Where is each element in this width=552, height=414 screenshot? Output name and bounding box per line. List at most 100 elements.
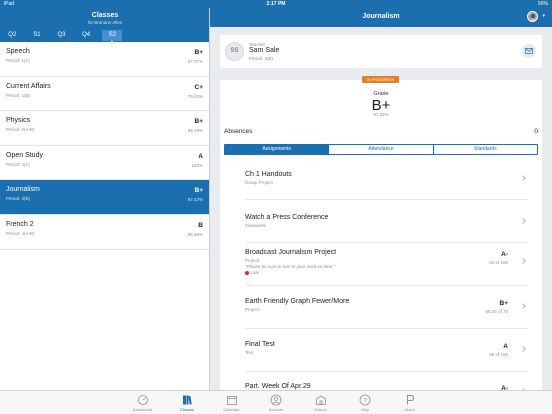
help-icon: ? [359,394,371,406]
late-label: Late [250,270,260,275]
calendar-icon [226,396,237,405]
bottom-tab-bar: Dashboard Classes Calendar Account Schoo… [0,390,552,414]
assignment-grade: A [503,343,508,350]
divider [245,328,528,329]
class-row-current-affairs[interactable]: Current Affairs Period: 1(B) C+ 79.83% [0,77,209,112]
term-q2[interactable]: Q2 [0,30,25,41]
class-period: Period: 2(A-B) [6,127,35,133]
assignment-score: 91 of 100 [489,260,508,265]
tab-school[interactable]: School [298,391,343,414]
tab-account[interactable]: Account [254,391,299,414]
tab-label: About [404,407,415,412]
term-s1[interactable]: S1 [25,30,50,41]
divider [245,371,528,372]
class-percent: 85.68% [187,231,203,237]
tab-standards[interactable]: Standards [432,145,537,154]
class-row-open-study[interactable]: Open Study Period: 3(A) A 100% [0,146,209,181]
assignment-grade: A- [501,251,508,258]
chevron-right-icon [520,258,526,264]
about-icon [406,395,414,405]
student-avatar[interactable] [527,11,538,22]
tab-help[interactable]: ? Help [343,391,388,414]
status-badge: IN PROGRESS [362,76,399,83]
absences-count: 0 [534,128,538,135]
chevron-right-icon [520,303,526,309]
classes-panel: Classes for Brandon Allen Q2 S1 Q3 Q4 S2… [0,8,210,390]
battery-level: 56% [537,1,548,7]
class-row-french-2[interactable]: French 2 Period: 4(A-B) B 85.68% [0,215,209,250]
tab-calendar[interactable]: Calendar [209,391,254,414]
tab-attendance[interactable]: Attendance [328,145,432,154]
class-percent: 100% [191,162,203,168]
status-time: 2:17 PM [266,1,286,7]
assignment-type: Classwork [245,223,266,228]
divider [245,242,528,243]
dashboard-icon [137,395,148,405]
chevron-right-icon [520,218,526,224]
class-grade: C+ [194,83,204,91]
teacher-name: Sam Sale [249,47,280,54]
tab-label: Help [360,407,370,412]
account-icon [270,394,282,406]
assignment-type: Test [245,350,254,355]
classes-icon [183,395,192,405]
svg-text:?: ? [363,397,367,404]
assignment-row[interactable]: Part. Week Of Apr.29 A- [245,383,528,390]
term-q3[interactable]: Q3 [49,30,74,41]
late-flag: Late [245,270,259,275]
assignment-row[interactable]: Final Test Test A 96 of 100 [245,341,528,369]
class-period: Period: 1(B) [6,92,31,98]
tab-label: Dashboard [132,407,153,412]
teacher-avatar: SS [225,42,244,61]
assignment-row[interactable]: Watch a Press Conference Classwork [245,214,528,242]
tab-dashboard[interactable]: Dashboard [120,391,165,414]
divider [245,285,528,286]
detail-header: Journalism ▾ [210,8,552,27]
student-name: for Brandon Allen [87,20,123,25]
assignment-score: 96 of 100 [489,352,508,357]
chevron-right-icon [520,175,526,181]
class-grade: B+ [194,49,204,56]
assignment-name: Ch 1 Handouts [245,171,292,178]
email-teacher-button[interactable] [522,44,536,58]
assignment-name: Broadcast Journalism Project [245,249,337,256]
assignment-grade: B+ [499,300,509,307]
tab-label: Classes [179,407,195,412]
class-name: Open Study [6,151,43,159]
tab-assignments[interactable]: Assignments [225,145,329,154]
class-name: Current Affairs [6,82,51,90]
class-row-speech[interactable]: Speech Period: 1(A) B+ 87.07% [0,42,209,77]
class-row-journalism[interactable]: Journalism Period: 3(B) B+ 87.42% [0,180,209,215]
grade-percent: 87.42% [373,112,389,117]
late-dot-icon [245,270,249,275]
assignment-type: Project [245,307,260,312]
class-period: Period: 1(A) [6,58,31,63]
class-percent: 89.19% [187,128,203,134]
class-name: French 2 [6,220,34,228]
class-percent: 79.83% [187,93,203,99]
assignment-row[interactable]: Earth Friendly Graph Fewer/More Project … [245,298,528,326]
class-name: Physics [6,117,31,125]
assignment-row[interactable]: Ch 1 Handouts Group Project [245,171,528,199]
chevron-right-icon [520,346,526,352]
class-period: Period: 3(A) [6,161,31,167]
class-name: Speech [6,48,30,55]
assignment-type: Project [245,258,260,263]
school-icon [315,395,326,405]
tab-classes[interactable]: Classes [165,391,210,414]
assignment-name: Part. Week Of Apr.29 [245,383,311,390]
tab-about[interactable]: About [387,391,432,414]
class-grade: A [198,152,203,160]
tab-label: Calendar [223,407,240,412]
class-grade: B+ [194,187,204,195]
status-bar: iPad 2:17 PM 56% [0,0,552,8]
assignment-row[interactable]: Broadcast Journalism Project Project "Pl… [245,249,528,285]
assignment-name: Final Test [245,341,275,348]
class-row-physics[interactable]: Physics Period: 2(A-B) B+ 89.19% [0,111,209,146]
term-s2[interactable]: S2 [102,29,123,43]
teacher-period: Period: 3(B) [249,56,274,61]
chevron-down-icon[interactable]: ▾ [542,13,545,19]
class-name: Journalism [6,186,40,194]
term-q4[interactable]: Q4 [74,30,99,41]
assignment-type: Group Project [245,180,273,185]
